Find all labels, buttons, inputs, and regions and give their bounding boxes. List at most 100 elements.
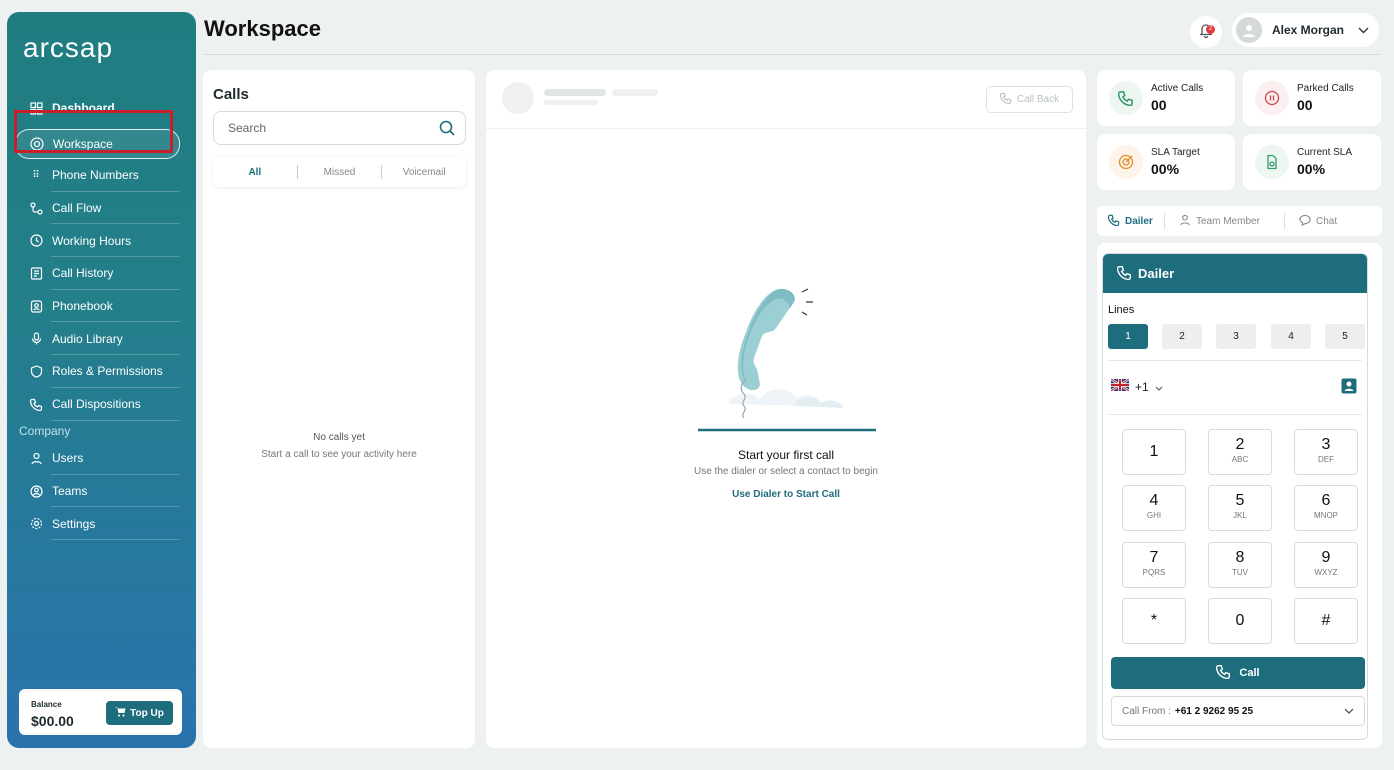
- sidebar-item-call-history[interactable]: Call History: [15, 257, 180, 290]
- keypad-icon: ⠿: [32, 169, 40, 181]
- dial-key-3[interactable]: 3 DEF: [1294, 429, 1358, 475]
- call-back-button[interactable]: Call Back: [986, 86, 1073, 113]
- dialer-header: Dailer: [1103, 254, 1367, 293]
- key-digit: #: [1321, 612, 1331, 629]
- stat-label: Current SLA: [1297, 147, 1353, 158]
- flow-icon: [29, 201, 43, 215]
- chat-icon: [1299, 214, 1311, 229]
- tab-missed[interactable]: Missed: [298, 167, 382, 178]
- calls-panel: Calls Search All Missed Voicemail No cal…: [203, 70, 475, 748]
- sidebar-item-label: Settings: [52, 516, 96, 531]
- key-digit: 0: [1235, 612, 1245, 629]
- line-button-2[interactable]: 2: [1162, 324, 1202, 349]
- page-title: Workspace: [204, 16, 321, 41]
- user-name: Alex Morgan: [1272, 23, 1345, 37]
- sidebar-item-audio-library[interactable]: Audio Library: [15, 322, 180, 355]
- avatar: [1236, 17, 1262, 43]
- dial-key-2[interactable]: 2 ABC: [1208, 429, 1272, 475]
- key-letters: PQRS: [1142, 568, 1166, 577]
- sidebar-item-label: Roles & Permissions: [52, 364, 163, 379]
- call-button[interactable]: Call: [1111, 657, 1365, 689]
- dial-key-7[interactable]: 7 PQRS: [1122, 542, 1186, 588]
- skeleton-line: [544, 100, 598, 105]
- sidebar-item-working-hours[interactable]: Working Hours: [15, 224, 180, 257]
- key-letters: ABC: [1231, 455, 1249, 464]
- dialer-panel: Dailer Lines 1 2 3 4 5 +1 1 2 ABC 3 DEF 4 G…: [1097, 243, 1382, 748]
- empty-call-subtitle: Use the dialer or select a contact to be…: [694, 466, 878, 477]
- contact-card-icon[interactable]: [1341, 378, 1357, 399]
- chevron-down-icon: [1358, 21, 1369, 39]
- sidebar-item-label: Call Dispositions: [52, 397, 141, 412]
- sidebar-item-settings[interactable]: Settings: [15, 507, 180, 540]
- line-button-4[interactable]: 4: [1271, 324, 1311, 349]
- dial-key-1[interactable]: 1: [1122, 429, 1186, 475]
- balance-label: Balance: [31, 700, 62, 709]
- search-input[interactable]: Search: [213, 111, 466, 145]
- skeleton-line: [612, 89, 658, 96]
- stat-sla-target: SLA Target 00%: [1097, 134, 1235, 190]
- country-code-select[interactable]: +1: [1110, 378, 1163, 394]
- tab-dailer[interactable]: Dailer: [1097, 214, 1164, 229]
- gear-icon: [29, 517, 43, 531]
- divider: [1108, 414, 1362, 415]
- sidebar-item-label: Call History: [52, 266, 114, 281]
- sidebar-item-phone-numbers[interactable]: ⠿ Phone Numbers: [15, 159, 180, 192]
- user-menu[interactable]: Alex Morgan: [1232, 13, 1379, 47]
- dial-key-9[interactable]: 9 WXYZ: [1294, 542, 1358, 588]
- company-nav: Users Teams Settings: [15, 442, 180, 540]
- tab-voicemail[interactable]: Voicemail: [382, 167, 466, 178]
- phone-icon: [29, 397, 43, 411]
- dial-key-star[interactable]: *: [1122, 598, 1186, 644]
- stat-value: 00: [1151, 97, 1167, 113]
- sidebar-item-call-flow[interactable]: Call Flow: [15, 192, 180, 225]
- dial-key-8[interactable]: 8 TUV: [1208, 542, 1272, 588]
- line-button-5[interactable]: 5: [1325, 324, 1365, 349]
- stat-active-calls: Active Calls 00: [1097, 70, 1235, 126]
- dial-key-hash[interactable]: #: [1294, 598, 1358, 644]
- sidebar-item-phonebook[interactable]: Phonebook: [15, 290, 180, 323]
- sidebar-item-roles-permissions[interactable]: Roles & Permissions: [15, 355, 180, 388]
- active-calls-icon: [1109, 81, 1143, 115]
- sidebar-item-users[interactable]: Users: [15, 442, 180, 475]
- phone-icon: [1107, 214, 1120, 229]
- dial-key-6[interactable]: 6 MNOP: [1294, 485, 1358, 531]
- tab-label: Chat: [1316, 215, 1338, 227]
- key-letters: WXYZ: [1314, 568, 1338, 577]
- sidebar-item-label: Phone Numbers: [52, 168, 139, 183]
- notifications-button[interactable]: 2: [1190, 16, 1222, 48]
- sidebar-item-call-dispositions[interactable]: Call Dispositions: [15, 388, 180, 421]
- tab-chat[interactable]: Chat: [1285, 214, 1337, 229]
- line-button-1[interactable]: 1: [1108, 324, 1148, 349]
- search-icon[interactable]: [439, 120, 455, 139]
- pause-icon: [1255, 81, 1289, 115]
- tab-team-member[interactable]: Team Member: [1165, 214, 1284, 229]
- calls-title: Calls: [213, 86, 249, 103]
- key-letters: DEF: [1318, 455, 1334, 464]
- app-logo[interactable]: arcsap: [23, 32, 113, 64]
- call-from-select[interactable]: Call From : +61 2 9262 95 25: [1111, 696, 1365, 726]
- line-button-3[interactable]: 3: [1216, 324, 1256, 349]
- key-digit: 8: [1235, 549, 1245, 566]
- call-button-label: Call: [1239, 667, 1260, 679]
- top-up-button[interactable]: Top Up: [106, 701, 173, 725]
- teams-icon: [29, 484, 43, 498]
- shield-icon: [29, 364, 43, 378]
- target-icon: [1109, 145, 1143, 179]
- document-check-icon: [1255, 145, 1289, 179]
- phone-illustration: [698, 284, 876, 439]
- dial-key-0[interactable]: 0: [1208, 598, 1272, 644]
- call-from-label: Call From :: [1122, 705, 1171, 717]
- use-dialer-link[interactable]: Use Dialer to Start Call: [486, 489, 1086, 500]
- sidebar-item-teams[interactable]: Teams: [15, 475, 180, 508]
- lines-label: Lines: [1108, 304, 1135, 316]
- company-section-label: Company: [19, 424, 71, 438]
- country-code: +1: [1135, 379, 1149, 394]
- dial-key-5[interactable]: 5 JKL: [1208, 485, 1272, 531]
- sidebar-item-label: Working Hours: [52, 233, 132, 248]
- tab-label: Team Member: [1196, 215, 1260, 227]
- dial-key-4[interactable]: 4 GHI: [1122, 485, 1186, 531]
- tab-all[interactable]: All: [213, 167, 297, 178]
- sidebar-item-label: Phonebook: [52, 299, 113, 314]
- mic-icon: [29, 332, 43, 346]
- empty-call-title: Start your first call: [737, 448, 835, 462]
